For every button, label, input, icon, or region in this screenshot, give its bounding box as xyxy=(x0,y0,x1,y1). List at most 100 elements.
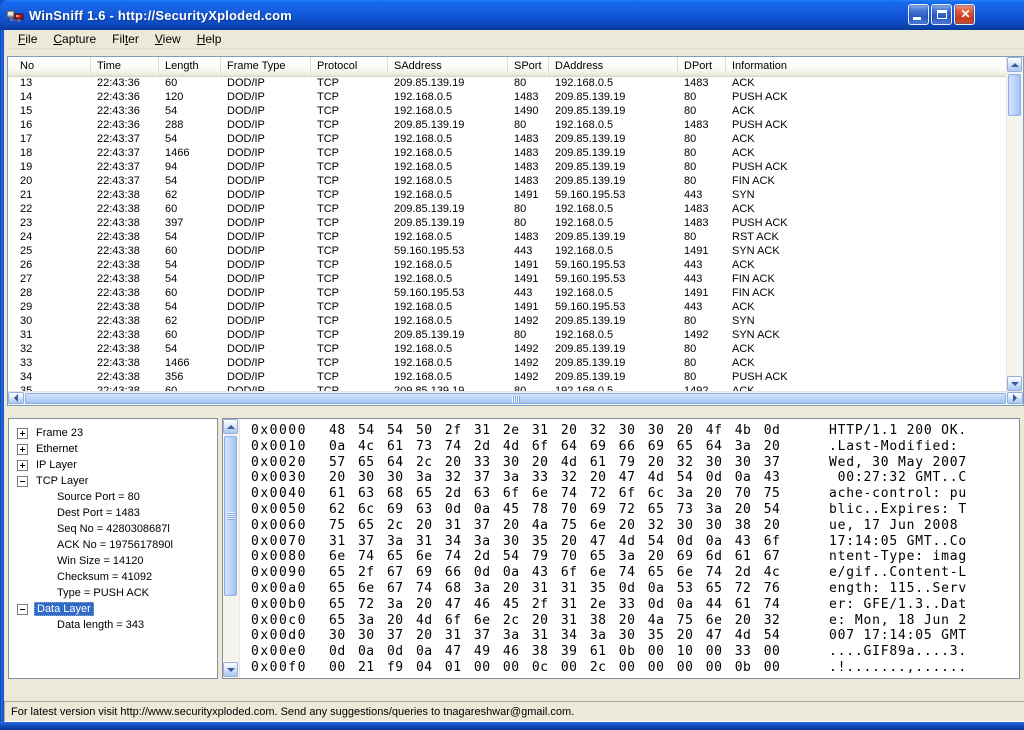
cell-length: 94 xyxy=(159,161,221,175)
tree-leaf[interactable]: ACK No = 1975617890l xyxy=(9,537,217,553)
packet-row-18[interactable]: 1822:43:371466DOD/IPTCP192.168.0.5148320… xyxy=(8,147,1006,161)
tree-node-data-layer[interactable]: Data Layer xyxy=(9,601,217,617)
hex-vscrollbar-track[interactable] xyxy=(223,419,240,678)
column-header-protocol[interactable]: Protocol xyxy=(311,57,388,76)
tree-leaf[interactable]: Data length = 343 xyxy=(9,617,217,633)
column-header-dport[interactable]: DPort xyxy=(678,57,726,76)
packet-row-20[interactable]: 2022:43:3754DOD/IPTCP192.168.0.51483209.… xyxy=(8,175,1006,189)
cell-saddress: 59.160.195.53 xyxy=(388,245,508,259)
expand-plus-icon[interactable] xyxy=(17,444,28,455)
packet-row-31[interactable]: 3122:43:3860DOD/IPTCP209.85.139.1980192.… xyxy=(8,329,1006,343)
packet-row-13[interactable]: 1322:43:3660DOD/IPTCP209.85.139.1980192.… xyxy=(8,77,1006,91)
scroll-right-button[interactable] xyxy=(1007,392,1023,404)
packet-row-16[interactable]: 1622:43:36288DOD/IPTCP209.85.139.1980192… xyxy=(8,119,1006,133)
menu-item-filter[interactable]: Filter xyxy=(104,30,147,48)
packet-row-34[interactable]: 3422:43:38356DOD/IPTCP192.168.0.51492209… xyxy=(8,371,1006,385)
column-header-information[interactable]: Information xyxy=(726,57,1006,76)
packet-row-24[interactable]: 2422:43:3854DOD/IPTCP192.168.0.51483209.… xyxy=(8,231,1006,245)
packet-row-17[interactable]: 1722:43:3754DOD/IPTCP192.168.0.51483209.… xyxy=(8,133,1006,147)
hex-offset: 0x00e0 xyxy=(251,644,329,660)
hex-scroll-down-button[interactable] xyxy=(223,662,238,677)
hex-offset: 0x0000 xyxy=(251,423,329,439)
column-header-no[interactable]: No xyxy=(8,57,91,76)
cell-sport: 1491 xyxy=(508,189,549,203)
tree-leaf[interactable]: Checksum = 41092 xyxy=(9,569,217,585)
menu-item-help[interactable]: Help xyxy=(189,30,230,48)
column-header-sport[interactable]: SPort xyxy=(508,57,549,76)
packet-row-26[interactable]: 2622:43:3854DOD/IPTCP192.168.0.5149159.1… xyxy=(8,259,1006,273)
cell-protocol: TCP xyxy=(311,91,388,105)
cell-time: 22:43:38 xyxy=(91,203,159,217)
menu-item-file[interactable]: File xyxy=(10,30,45,48)
packet-row-21[interactable]: 2122:43:3862DOD/IPTCP192.168.0.5149159.1… xyxy=(8,189,1006,203)
cell-daddress: 192.168.0.5 xyxy=(549,77,678,91)
vscroll-thumb[interactable] xyxy=(1008,74,1021,116)
expand-plus-icon[interactable] xyxy=(17,460,28,471)
packet-row-28[interactable]: 2822:43:3860DOD/IPTCP59.160.195.53443192… xyxy=(8,287,1006,301)
tree-leaf[interactable]: Win Size = 14120 xyxy=(9,553,217,569)
packet-row-25[interactable]: 2522:43:3860DOD/IPTCP59.160.195.53443192… xyxy=(8,245,1006,259)
packet-row-29[interactable]: 2922:43:3854DOD/IPTCP192.168.0.5149159.1… xyxy=(8,301,1006,315)
packet-row-32[interactable]: 3222:43:3854DOD/IPTCP192.168.0.51492209.… xyxy=(8,343,1006,357)
cell-daddress: 209.85.139.19 xyxy=(549,357,678,371)
tree-node-frame-23[interactable]: Frame 23 xyxy=(9,425,217,441)
cell-time: 22:43:38 xyxy=(91,343,159,357)
cell-dport: 1491 xyxy=(678,245,726,259)
cell-saddress: 192.168.0.5 xyxy=(388,91,508,105)
collapse-minus-icon[interactable] xyxy=(17,476,28,487)
column-header-saddress[interactable]: SAddress xyxy=(388,57,508,76)
expand-plus-icon[interactable] xyxy=(17,428,28,439)
hscroll-thumb[interactable] xyxy=(25,393,1006,404)
cell-no: 26 xyxy=(8,259,91,273)
packet-row-15[interactable]: 1522:43:3654DOD/IPTCP192.168.0.51490209.… xyxy=(8,105,1006,119)
hex-ascii: 00:27:32 GMT..C xyxy=(829,470,967,486)
minimize-button[interactable] xyxy=(908,4,929,25)
packet-row-23[interactable]: 2322:43:38397DOD/IPTCP209.85.139.1980192… xyxy=(8,217,1006,231)
packet-list-hscrollbar-track[interactable] xyxy=(8,391,1023,405)
collapse-minus-icon[interactable] xyxy=(17,604,28,615)
packet-row-14[interactable]: 1422:43:36120DOD/IPTCP192.168.0.51483209… xyxy=(8,91,1006,105)
cell-saddress: 192.168.0.5 xyxy=(388,259,508,273)
maximize-button[interactable] xyxy=(931,4,952,25)
column-header-time[interactable]: Time xyxy=(91,57,159,76)
scroll-left-button[interactable] xyxy=(8,392,24,404)
cell-length: 288 xyxy=(159,119,221,133)
cell-length: 1466 xyxy=(159,147,221,161)
tree-leaf[interactable]: Seq No = 4280308687l xyxy=(9,521,217,537)
packet-row-30[interactable]: 3022:43:3862DOD/IPTCP192.168.0.51492209.… xyxy=(8,315,1006,329)
tree-leaf[interactable]: Source Port = 80 xyxy=(9,489,217,505)
cell-information: FIN ACK xyxy=(726,273,1000,287)
hex-ascii: 17:14:05 GMT..Co xyxy=(829,534,967,550)
cell-frame-type: DOD/IP xyxy=(221,343,311,357)
cell-information: FIN ACK xyxy=(726,287,1000,301)
cell-daddress: 209.85.139.19 xyxy=(549,105,678,119)
hex-scroll-up-button[interactable] xyxy=(223,419,238,434)
hex-bytes: 20 30 30 3a 32 37 3a 33 32 20 47 4d 54 0… xyxy=(329,470,829,486)
scroll-up-button[interactable] xyxy=(1007,57,1022,72)
packet-row-19[interactable]: 1922:43:3794DOD/IPTCP192.168.0.51483209.… xyxy=(8,161,1006,175)
tree-leaf[interactable]: Type = PUSH ACK xyxy=(9,585,217,601)
column-header-length[interactable]: Length xyxy=(159,57,221,76)
menu-item-view[interactable]: View xyxy=(147,30,189,48)
scroll-down-button[interactable] xyxy=(1007,376,1022,391)
hex-line-0x0000: 0x000048 54 54 50 2f 31 2e 31 20 32 30 3… xyxy=(251,423,1017,439)
cell-frame-type: DOD/IP xyxy=(221,329,311,343)
tree-leaf[interactable]: Dest Port = 1483 xyxy=(9,505,217,521)
packet-list-vscrollbar-track[interactable] xyxy=(1006,57,1023,391)
tree-node-ip-layer[interactable]: IP Layer xyxy=(9,457,217,473)
packet-row-27[interactable]: 2722:43:3854DOD/IPTCP192.168.0.5149159.1… xyxy=(8,273,1006,287)
packet-row-22[interactable]: 2222:43:3860DOD/IPTCP209.85.139.1980192.… xyxy=(8,203,1006,217)
maximize-icon xyxy=(937,10,947,19)
cell-information: ACK xyxy=(726,77,1000,91)
cell-daddress: 59.160.195.53 xyxy=(549,259,678,273)
tree-node-ethernet[interactable]: Ethernet xyxy=(9,441,217,457)
close-button[interactable]: ✕ xyxy=(954,4,975,25)
column-header-frame-type[interactable]: Frame Type xyxy=(221,57,311,76)
column-header-daddress[interactable]: DAddress xyxy=(549,57,678,76)
packet-row-33[interactable]: 3322:43:381466DOD/IPTCP192.168.0.5149220… xyxy=(8,357,1006,371)
hex-vscroll-thumb[interactable] xyxy=(224,436,237,596)
cell-time: 22:43:38 xyxy=(91,189,159,203)
tree-node-tcp-layer[interactable]: TCP Layer xyxy=(9,473,217,489)
menu-item-capture[interactable]: Capture xyxy=(45,30,104,48)
hex-line-0x0080: 0x00806e 74 65 6e 74 2d 54 79 70 65 3a 2… xyxy=(251,549,1017,565)
